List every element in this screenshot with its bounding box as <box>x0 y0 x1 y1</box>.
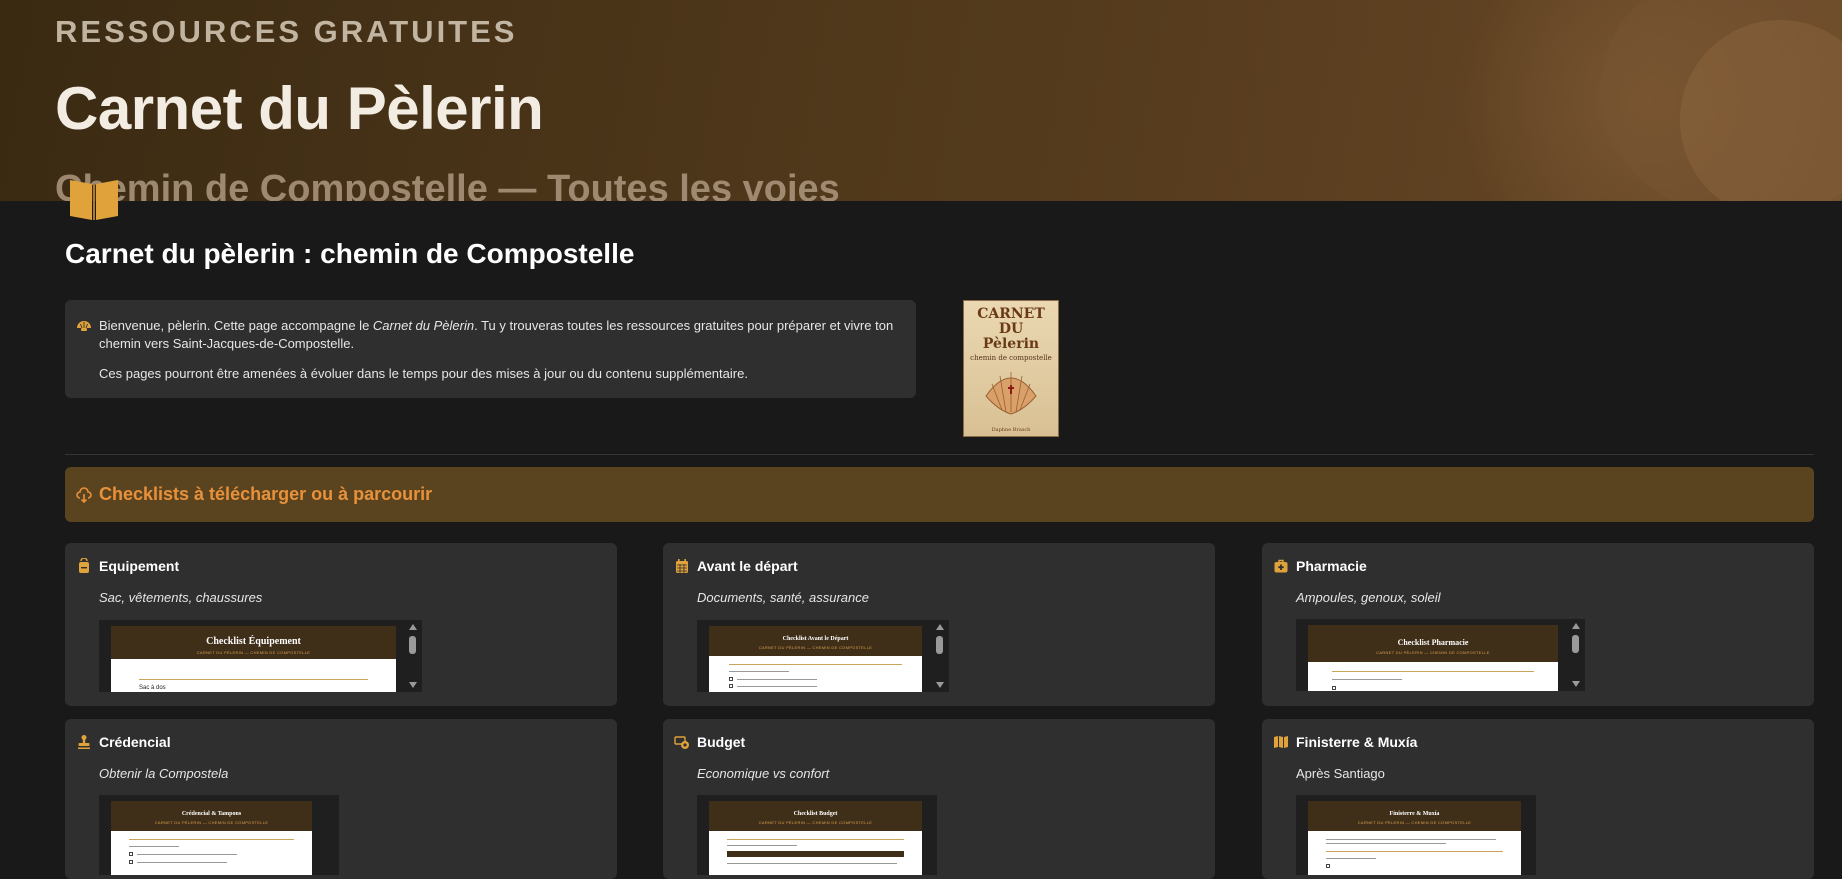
card-title: Equipement <box>99 558 180 574</box>
checklist-preview[interactable]: Checklist Budget CARNET DU PÈLERIN — CHE… <box>697 795 937 875</box>
card-subtitle: Sac, vêtements, chaussures <box>99 590 263 605</box>
checklist-card-pharmacie[interactable]: Pharmacie Ampoules, genoux, soleil Check… <box>1262 543 1814 706</box>
preview-scrollbar[interactable] <box>933 622 945 690</box>
card-title: Crédencial <box>99 734 171 750</box>
checklist-card-finisterre-muxia[interactable]: Finisterre & Muxía Après Santiago Finist… <box>1262 719 1814 879</box>
section-title: Checklists à télécharger ou à parcourir <box>99 484 433 504</box>
card-title: Pharmacie <box>1296 558 1367 574</box>
calendar-icon <box>676 559 688 573</box>
cloud-download-icon <box>76 487 92 503</box>
coins-icon <box>674 736 689 749</box>
first-aid-kit-icon <box>1274 559 1288 573</box>
map-icon <box>1274 736 1288 748</box>
page-title: Carnet du pèlerin : chemin de Compostell… <box>65 238 635 269</box>
checklist-card-budget[interactable]: Budget Economique vs confort Checklist B… <box>663 719 1215 879</box>
divider <box>65 454 1814 455</box>
checklist-preview[interactable]: Crédencial & Tampons CARNET DU PÈLERIN —… <box>99 795 339 875</box>
card-title: Budget <box>697 734 746 750</box>
hero-subtitle: Chemin de Compostelle — Toutes les voies <box>55 168 840 201</box>
scallop-shell-icon <box>985 372 1037 415</box>
preview-scrollbar[interactable] <box>1569 621 1581 689</box>
stamp-icon <box>78 735 90 749</box>
card-subtitle: Ampoules, genoux, soleil <box>1296 590 1441 605</box>
card-subtitle: Economique vs confort <box>697 766 830 781</box>
card-subtitle: Documents, santé, assurance <box>697 590 869 605</box>
checklist-preview[interactable]: Checklist Avant le Départ CARNET DU PÈLE… <box>697 620 949 692</box>
checklist-card-credencial[interactable]: Crédencial Obtenir la Compostela Crédenc… <box>65 719 617 879</box>
checklist-document: Checklist Budget CARNET DU PÈLERIN — CHE… <box>709 801 922 875</box>
update-note: Ces pages pourront être amenées à évolue… <box>99 366 748 381</box>
checklist-document: Checklist Équipement CARNET DU PÈLERIN —… <box>111 626 396 692</box>
checklists-section-header: Checklists à télécharger ou à parcourir <box>65 467 1814 522</box>
hero-eyebrow: RESSOURCES GRATUITES <box>55 14 518 49</box>
welcome-callout: Bienvenue, pèlerin. Cette page accompagn… <box>65 300 916 398</box>
preview-scrollbar[interactable] <box>406 622 418 690</box>
book-cover-image[interactable]: CARNET DU Pèlerin chemin de compostelle D… <box>963 300 1059 437</box>
card-title: Avant le départ <box>697 558 798 574</box>
card-title: Finisterre & Muxía <box>1296 734 1418 750</box>
checklist-document: Checklist Avant le Départ CARNET DU PÈLE… <box>709 626 922 692</box>
checklist-document: Finisterre & Muxía CARNET DU PÈLERIN — C… <box>1308 801 1521 875</box>
card-subtitle: Obtenir la Compostela <box>99 766 229 781</box>
open-book-icon[interactable] <box>68 176 120 222</box>
checklist-document: Crédencial & Tampons CARNET DU PÈLERIN —… <box>111 801 312 875</box>
checklist-document: Checklist Pharmacie CARNET DU PÈLERIN — … <box>1308 625 1558 691</box>
shell-icon <box>77 321 91 331</box>
checklist-preview[interactable]: Checklist Équipement CARNET DU PÈLERIN —… <box>99 620 422 692</box>
checklist-card-avant-le-depart[interactable]: Avant le départ Documents, santé, assura… <box>663 543 1215 706</box>
hero-title: Carnet du Pèlerin <box>55 75 544 142</box>
book-title-italic: Carnet du Pèlerin <box>372 318 475 333</box>
backpack-icon <box>79 558 89 573</box>
welcome-paragraph: Bienvenue, pèlerin. Cette page accompagn… <box>99 318 894 351</box>
hero-banner: RESSOURCES GRATUITES Carnet du Pèlerin C… <box>0 0 1842 201</box>
checklist-preview[interactable]: Checklist Pharmacie CARNET DU PÈLERIN — … <box>1296 619 1585 691</box>
checklist-preview[interactable]: Finisterre & Muxía CARNET DU PÈLERIN — C… <box>1296 795 1536 875</box>
checklist-card-equipement[interactable]: Equipement Sac, vêtements, chaussures Ch… <box>65 543 617 706</box>
card-subtitle: Après Santiago <box>1296 766 1385 781</box>
